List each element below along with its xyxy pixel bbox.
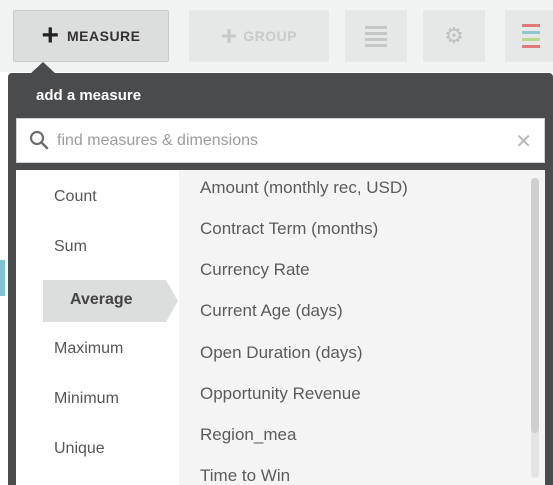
add-measure-label: MEASURE bbox=[67, 28, 141, 44]
scrollbar[interactable] bbox=[531, 178, 539, 478]
field-item[interactable]: Contract Term (months) bbox=[200, 219, 378, 239]
search-icon bbox=[29, 130, 49, 150]
aggregation-item-label: Average bbox=[70, 291, 133, 308]
aggregation-item-maximum[interactable]: Maximum bbox=[54, 340, 123, 358]
add-measure-button[interactable]: + MEASURE bbox=[13, 10, 169, 62]
add-group-label: GROUP bbox=[243, 28, 298, 44]
background-fragment bbox=[0, 260, 5, 296]
aggregation-item-minimum[interactable]: Minimum bbox=[54, 390, 119, 408]
search-field[interactable]: find measures & dimensions ✕ bbox=[16, 118, 545, 163]
dropdown-title: add a measure bbox=[36, 87, 142, 104]
add-measure-dropdown: add a measure find measures & dimensions… bbox=[8, 73, 553, 485]
field-item[interactable]: Time to Win bbox=[200, 466, 290, 485]
scrollbar-thumb[interactable] bbox=[531, 178, 539, 433]
aggregation-item-unique[interactable]: Unique bbox=[54, 440, 105, 458]
plus-icon: + bbox=[41, 19, 59, 52]
search-placeholder: find measures & dimensions bbox=[57, 132, 258, 149]
dropdown-body: Count Sum Average Maximum Minimum Unique… bbox=[16, 170, 545, 485]
color-stripes-icon bbox=[522, 24, 540, 48]
aggregation-list: Count Sum Average Maximum Minimum Unique bbox=[16, 170, 178, 485]
toolbar: + MEASURE + GROUP ⚙ bbox=[0, 0, 553, 72]
field-item[interactable]: Amount (monthly rec, USD) bbox=[200, 178, 408, 198]
settings-button[interactable]: ⚙ bbox=[423, 10, 485, 62]
field-item[interactable]: Opportunity Revenue bbox=[200, 384, 361, 404]
plus-icon: + bbox=[220, 20, 238, 51]
field-item[interactable]: Region_mea bbox=[200, 425, 296, 445]
add-group-button[interactable]: + GROUP bbox=[189, 10, 329, 62]
selection-arrow bbox=[166, 280, 178, 322]
list-icon bbox=[365, 25, 387, 47]
aggregation-item-count[interactable]: Count bbox=[54, 188, 97, 206]
field-item[interactable]: Open Duration (days) bbox=[200, 343, 363, 363]
aggregation-item-sum[interactable]: Sum bbox=[54, 238, 87, 256]
list-view-button[interactable] bbox=[345, 10, 407, 62]
field-list: Amount (monthly rec, USD) Contract Term … bbox=[179, 170, 545, 485]
close-icon[interactable]: ✕ bbox=[515, 129, 532, 154]
chart-type-button[interactable] bbox=[505, 10, 553, 62]
field-item[interactable]: Currency Rate bbox=[200, 260, 310, 280]
field-item[interactable]: Current Age (days) bbox=[200, 301, 343, 321]
gear-icon: ⚙ bbox=[444, 23, 464, 48]
